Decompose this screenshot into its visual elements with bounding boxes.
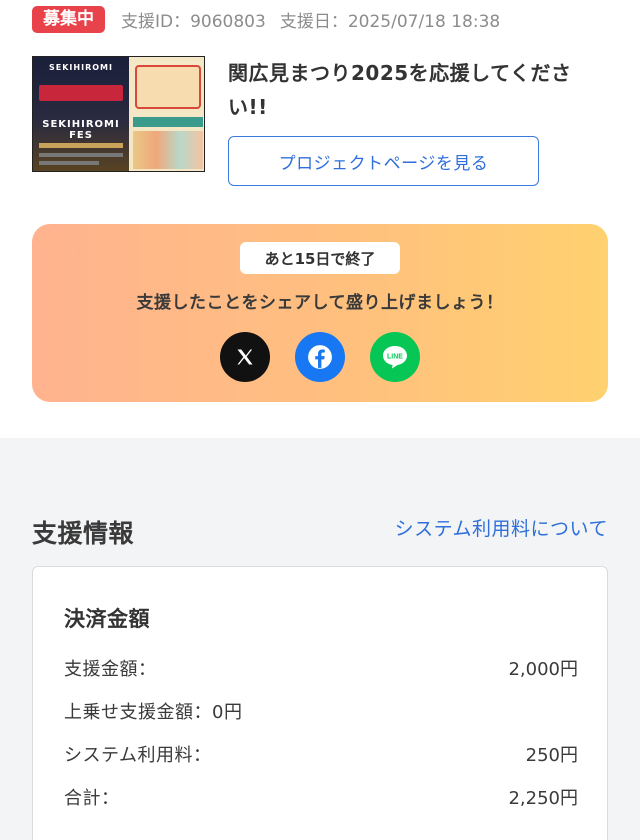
row-label: 支援金額：	[64, 659, 157, 680]
meta-row: 募集中 支援ID：9060803 支援日：2025/07/18 18:38	[32, 5, 500, 33]
thumbnail-date-band	[133, 117, 203, 127]
project-page-button[interactable]: プロジェクトページを見る	[228, 136, 539, 186]
project-title[interactable]: 関広見まつり2025を応援してください!!	[228, 56, 608, 124]
share-message: 支援したことをシェアして盛り上げましょう！	[136, 293, 504, 313]
facebook-icon	[308, 345, 332, 369]
thumbnail-bar	[39, 143, 123, 148]
line-icon: LINE	[383, 346, 407, 369]
section-title: 支援情報	[32, 519, 135, 548]
thumbnail-poster-title	[135, 65, 201, 109]
thumbnail-red-banner	[39, 85, 123, 101]
support-id: 支援ID：9060803	[121, 11, 266, 32]
meta-text: 支援ID：9060803 支援日：2025/07/18 18:38	[121, 7, 500, 32]
thumbnail-illustration	[133, 131, 203, 169]
thumbnail-text-mid: SEKIHIROMI FES	[42, 119, 120, 141]
share-line-button[interactable]: LINE	[370, 332, 420, 382]
status-badge: 募集中	[32, 5, 105, 33]
thumbnail-line	[39, 153, 123, 157]
support-info-section: 支援情報 システム利用料について 決済金額 支援金額： 2,000円 上乗せ支援…	[0, 438, 640, 840]
payment-card-title: 決済金額	[64, 607, 150, 631]
x-icon	[237, 349, 253, 365]
deadline-badge: あと15日で終了	[240, 242, 400, 274]
payment-card: 決済金額 支援金額： 2,000円 上乗せ支援金額：0円 システム利用料： 25…	[32, 566, 608, 840]
line-icon-text: LINE	[387, 354, 403, 361]
share-facebook-button[interactable]	[295, 332, 345, 382]
row-value: 250円	[525, 745, 578, 766]
payment-row-system-fee: システム利用料： 250円	[64, 741, 578, 771]
project-thumbnail[interactable]: SEKIHIROMI SEKIHIROMI FES	[32, 56, 205, 172]
row-label: 上乗せ支援金額：0円	[64, 702, 243, 723]
project-summary: SEKIHIROMI SEKIHIROMI FES 関広見まつり2025を応援し…	[32, 56, 608, 188]
social-share-row: LINE	[220, 332, 420, 384]
thumbnail-line	[39, 161, 99, 165]
system-fee-link[interactable]: システム利用料について	[395, 514, 608, 541]
thumbnail-text-top: SEKIHIROMI	[49, 63, 113, 72]
payment-row-support-amount: 支援金額： 2,000円	[64, 655, 578, 685]
row-label: システム利用料：	[64, 745, 212, 766]
share-x-button[interactable]	[220, 332, 270, 382]
support-date: 支援日：2025/07/18 18:38	[279, 11, 501, 32]
payment-row-total: 合計： 2,250円	[64, 784, 578, 814]
row-value: 2,250円	[508, 788, 578, 809]
row-value: 2,000円	[508, 659, 578, 680]
share-card: あと15日で終了 支援したことをシェアして盛り上げましょう！ LINE	[32, 224, 608, 402]
row-label: 合計：	[64, 788, 120, 809]
payment-row-extra-amount: 上乗せ支援金額：0円	[64, 698, 578, 728]
